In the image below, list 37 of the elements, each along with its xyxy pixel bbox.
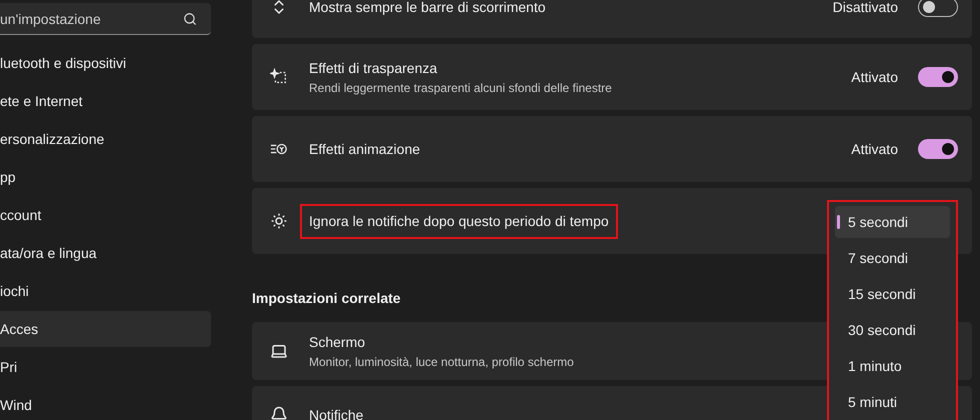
setting-title: Notifiche xyxy=(309,406,364,420)
toggle-state: Attivato xyxy=(851,68,898,86)
sidebar-item[interactable]: Pri xyxy=(0,349,211,385)
setting-title: Effetti animazione xyxy=(309,140,420,158)
search-field[interactable]: un'impostazione xyxy=(0,3,211,35)
selection-indicator xyxy=(837,215,840,229)
setting-description: Monitor, luminosità, luce notturna, profilo schermo xyxy=(309,354,574,370)
section-heading: Impostazioni correlate xyxy=(252,289,401,308)
sidebar-item[interactable]: iochi xyxy=(0,273,211,309)
toggle-switch[interactable] xyxy=(918,139,958,159)
setting-description: Rendi leggermente trasparenti alcuni sfondi delle finestre xyxy=(309,80,612,96)
bell-icon xyxy=(270,406,288,420)
dropdown-option[interactable]: 1 minuto xyxy=(835,350,950,382)
sidebar-item[interactable]: ete e Internet xyxy=(0,83,211,119)
setting-title: Ignora le notifiche dopo questo periodo di tempo xyxy=(300,204,618,238)
dropdown-option[interactable]: 15 secondi xyxy=(835,278,950,310)
sidebar-item[interactable]: ccount xyxy=(0,197,211,233)
sidebar-item[interactable]: ersonalizzazione xyxy=(0,121,211,157)
laptop-icon xyxy=(270,342,288,360)
sidebar-item[interactable]: Acces xyxy=(0,311,211,347)
sidebar-item[interactable]: pp xyxy=(0,159,211,195)
sidebar-item[interactable]: luetooth e dispositivi xyxy=(0,45,211,81)
toggle-switch[interactable] xyxy=(918,0,958,17)
search-icon xyxy=(183,12,197,26)
dropdown-option[interactable]: 5 minuti xyxy=(835,386,950,418)
toggle-state: Attivato xyxy=(851,140,898,158)
toggle-switch[interactable] xyxy=(918,67,958,87)
sparkle-square-icon xyxy=(270,68,288,86)
dropdown-option[interactable]: 5 secondi xyxy=(835,206,950,238)
sun-icon xyxy=(270,212,288,230)
setting-title: Mostra sempre le barre di scorrimento xyxy=(309,0,546,17)
sidebar-item[interactable]: ata/ora e lingua xyxy=(0,235,211,271)
dropdown-option[interactable]: 7 secondi xyxy=(835,242,950,274)
toggle-state: Disattivato xyxy=(832,0,898,16)
sidebar-item[interactable]: Wind xyxy=(0,387,211,420)
setting-title: Effetti di trasparenza xyxy=(309,58,438,78)
setting-title: Schermo xyxy=(309,332,366,352)
